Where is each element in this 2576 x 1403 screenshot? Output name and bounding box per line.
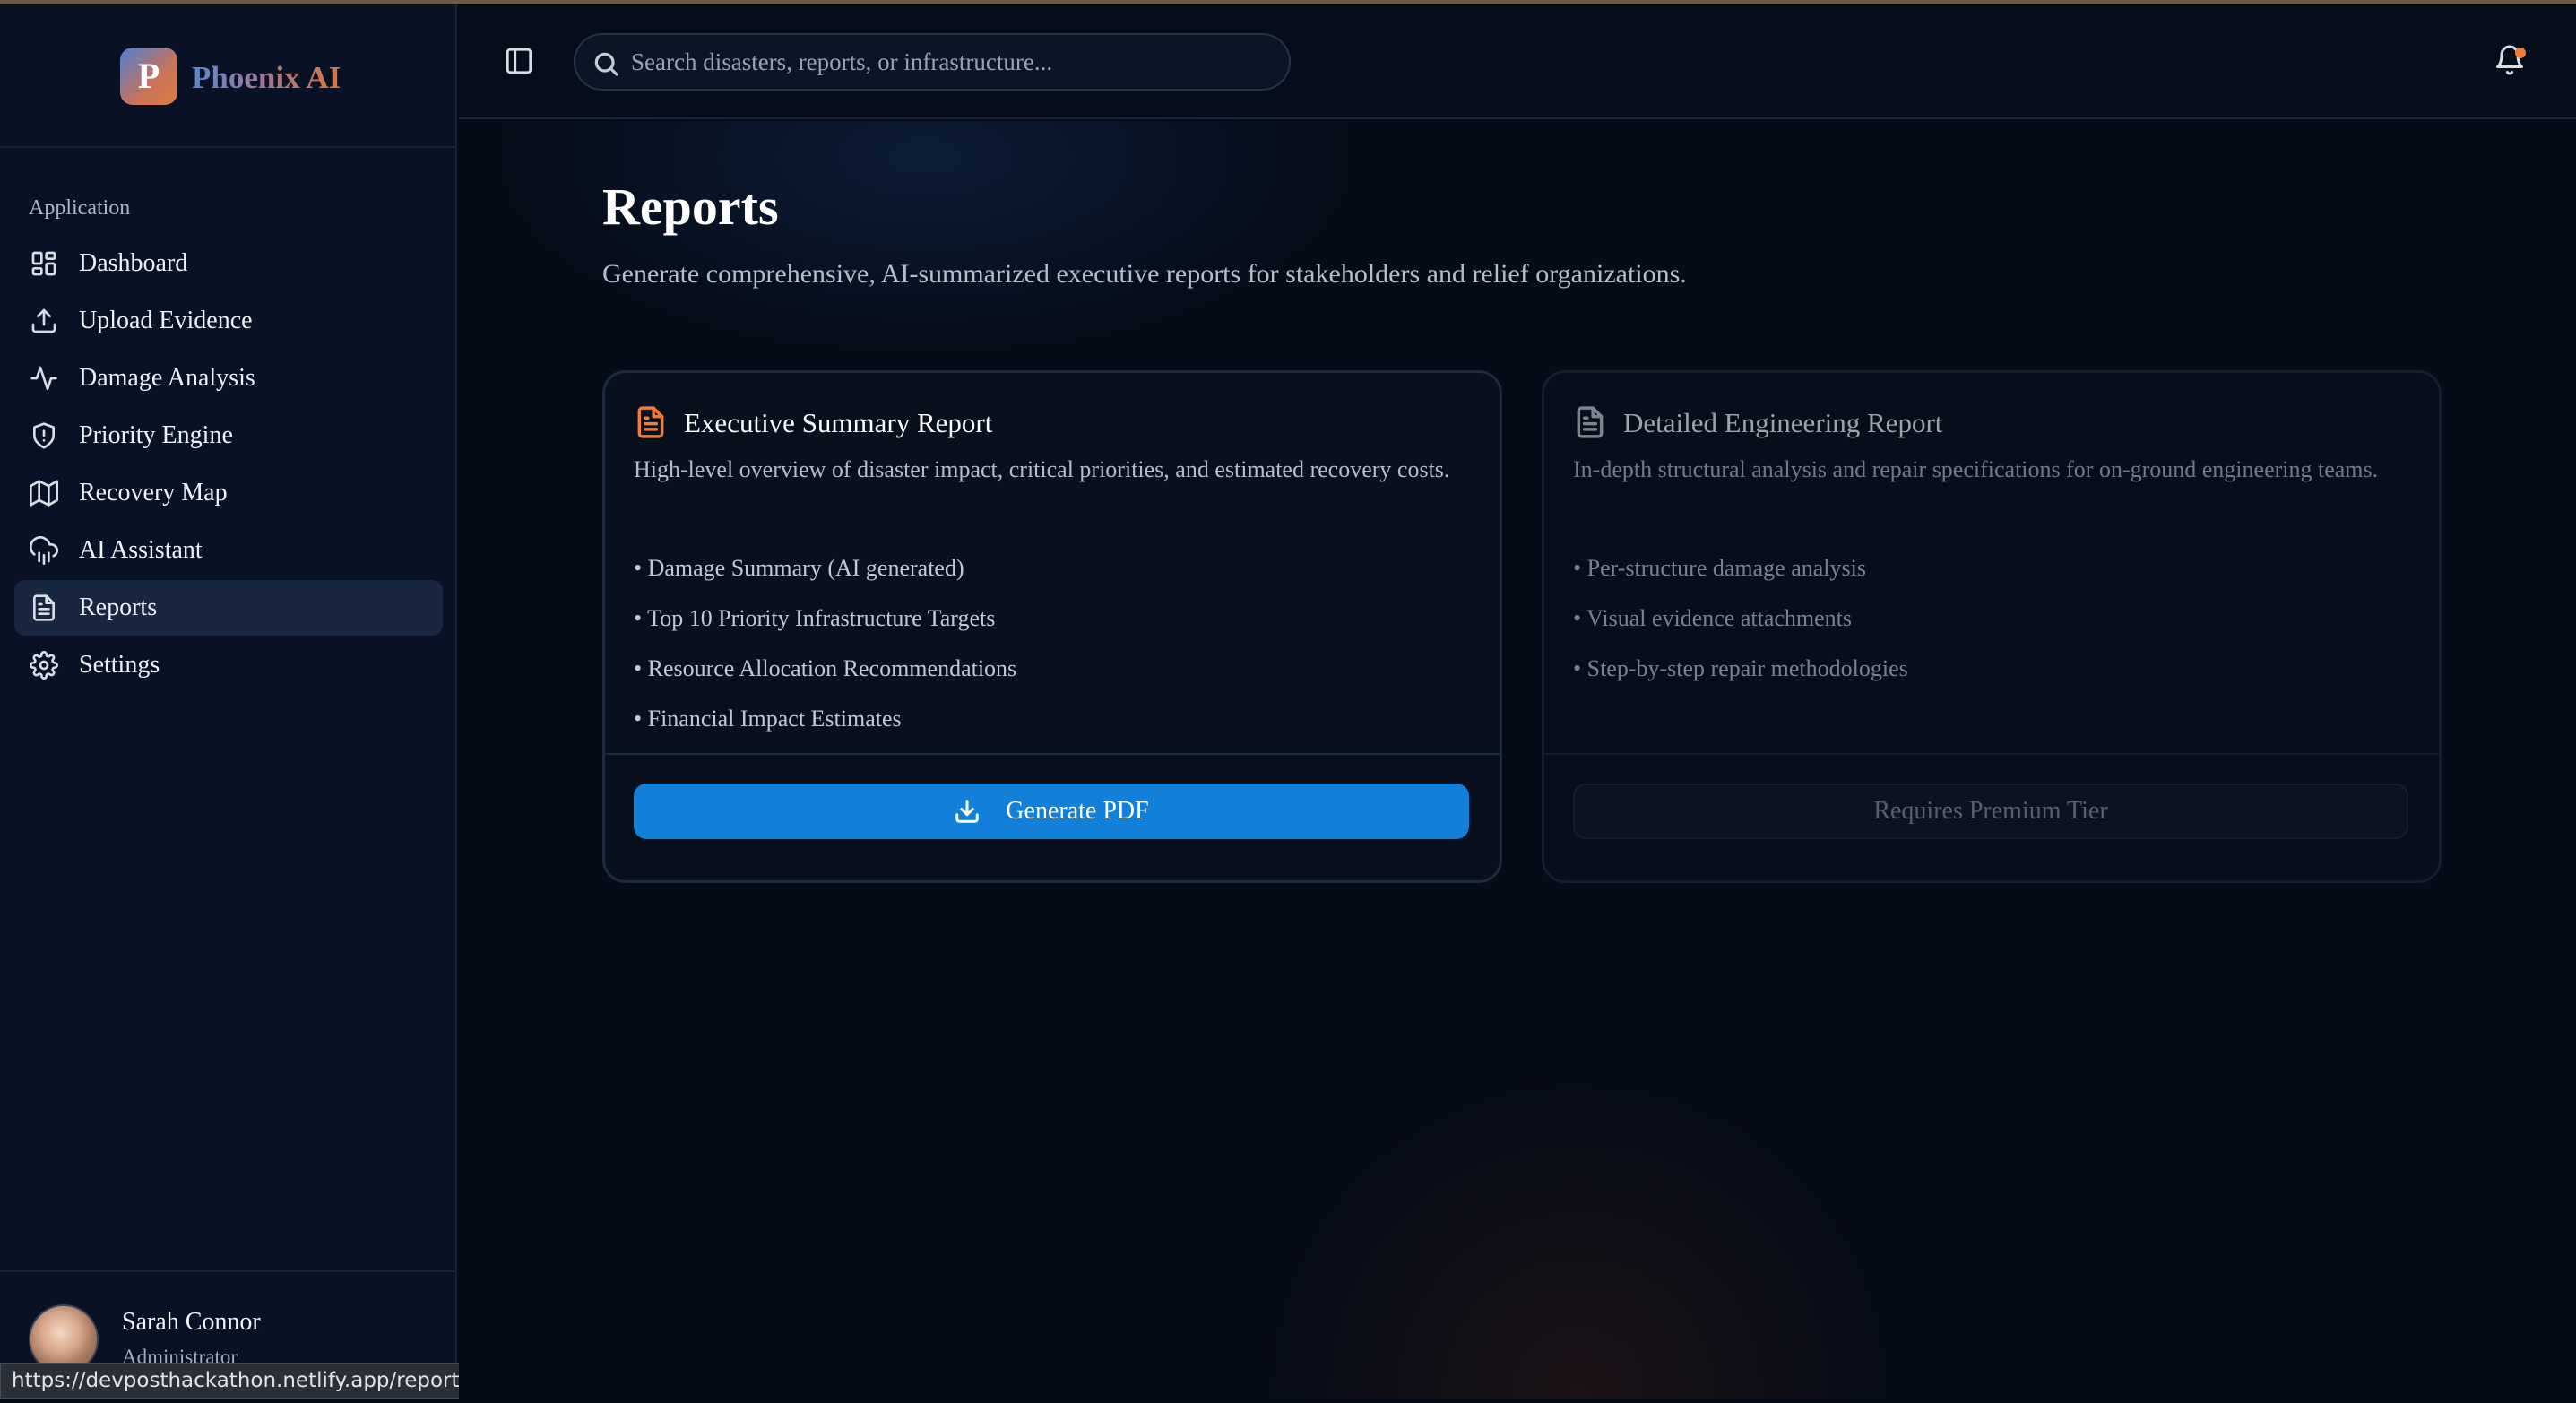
card-description: In-depth structural analysis and repair … xyxy=(1573,456,2379,482)
list-item: • Top 10 Priority Infrastructure Targets xyxy=(634,605,996,631)
engineering-report-card: Detailed Engineering Report In-depth str… xyxy=(1542,370,2442,883)
search-bar[interactable] xyxy=(574,33,1291,91)
divider xyxy=(1544,753,2439,755)
sidebar-item-damage-analysis[interactable]: Damage Analysis xyxy=(14,351,443,406)
upload-icon xyxy=(29,306,59,336)
search-input[interactable] xyxy=(631,44,1276,80)
file-text-icon xyxy=(634,403,668,441)
sidebar-nav: Dashboard Upload Evidence Damage Analysi… xyxy=(14,236,443,695)
shield-icon xyxy=(29,420,59,451)
brand-name[interactable]: Phoenix AI xyxy=(192,60,341,96)
list-item: • Financial Impact Estimates xyxy=(634,706,902,732)
card-title: Executive Summary Report xyxy=(684,407,993,438)
sidebar-item-label: AI Assistant xyxy=(79,536,203,564)
notifications-bell-icon[interactable] xyxy=(2494,44,2529,80)
search-icon xyxy=(592,49,620,78)
sidebar-section-label: Application xyxy=(29,196,131,220)
brand-logo[interactable]: P xyxy=(120,48,177,105)
cloud-rain-icon xyxy=(29,535,59,566)
sidebar-item-recovery-map[interactable]: Recovery Map xyxy=(14,465,443,521)
page-title: Reports xyxy=(602,178,779,236)
button-label: Generate PDF xyxy=(1006,797,1149,825)
list-item: • Damage Summary (AI generated) xyxy=(634,555,964,581)
generate-pdf-button[interactable]: Generate PDF xyxy=(634,784,1469,839)
map-icon xyxy=(29,478,59,508)
user-name: Sarah Connor xyxy=(122,1308,261,1336)
sidebar-item-settings[interactable]: Settings xyxy=(14,637,443,693)
sidebar-item-label: Recovery Map xyxy=(79,479,228,507)
dashboard-grid-icon xyxy=(29,248,59,279)
feature-list: • Damage Summary (AI generated) • Top 10… xyxy=(634,543,1016,744)
list-item: • Per-structure damage analysis xyxy=(1573,555,1866,581)
list-item: • Visual evidence attachments xyxy=(1573,605,1853,631)
requires-premium-button[interactable]: Requires Premium Tier xyxy=(1573,784,2408,839)
link-status-bar: https://devposthackathon.netlify.app/rep… xyxy=(0,1363,482,1399)
feature-list: • Per-structure damage analysis • Visual… xyxy=(1573,543,1908,694)
file-text-icon xyxy=(29,593,59,623)
sidebar-item-priority-engine[interactable]: Priority Engine xyxy=(14,408,443,463)
file-text-icon xyxy=(1573,403,1607,441)
main-content: Reports Generate comprehensive, AI-summa… xyxy=(459,121,2576,1399)
sidebar-item-reports[interactable]: Reports xyxy=(14,580,443,636)
sidebar-item-ai-assistant[interactable]: AI Assistant xyxy=(14,523,443,578)
sidebar-item-label: Priority Engine xyxy=(79,421,233,449)
sidebar-item-label: Damage Analysis xyxy=(79,364,255,392)
divider xyxy=(605,753,1500,755)
card-description: High-level overview of disaster impact, … xyxy=(634,456,1450,482)
card-title: Detailed Engineering Report xyxy=(1623,407,1943,438)
sidebar-item-label: Dashboard xyxy=(79,249,188,277)
executive-summary-card: Executive Summary Report High-level over… xyxy=(602,370,1502,883)
sidebar-toggle-icon[interactable] xyxy=(504,46,534,76)
page-subtitle: Generate comprehensive, AI-summarized ex… xyxy=(602,259,1687,289)
sidebar-item-dashboard[interactable]: Dashboard xyxy=(14,236,443,291)
brand-header: P Phoenix AI xyxy=(0,4,455,148)
sidebar-item-label: Upload Evidence xyxy=(79,307,253,334)
list-item: • Step-by-step repair methodologies xyxy=(1573,655,1908,681)
top-header xyxy=(459,4,2576,119)
sidebar-item-upload-evidence[interactable]: Upload Evidence xyxy=(14,293,443,349)
list-item: • Resource Allocation Recommendations xyxy=(634,655,1017,681)
notification-badge xyxy=(2515,48,2526,58)
download-icon xyxy=(955,800,980,823)
sidebar-item-label: Settings xyxy=(79,651,160,679)
sidebar: P Phoenix AI Application Dashboard Uploa… xyxy=(0,4,457,1399)
gear-icon xyxy=(29,650,59,680)
sidebar-item-label: Reports xyxy=(79,593,158,621)
activity-icon xyxy=(29,363,59,394)
